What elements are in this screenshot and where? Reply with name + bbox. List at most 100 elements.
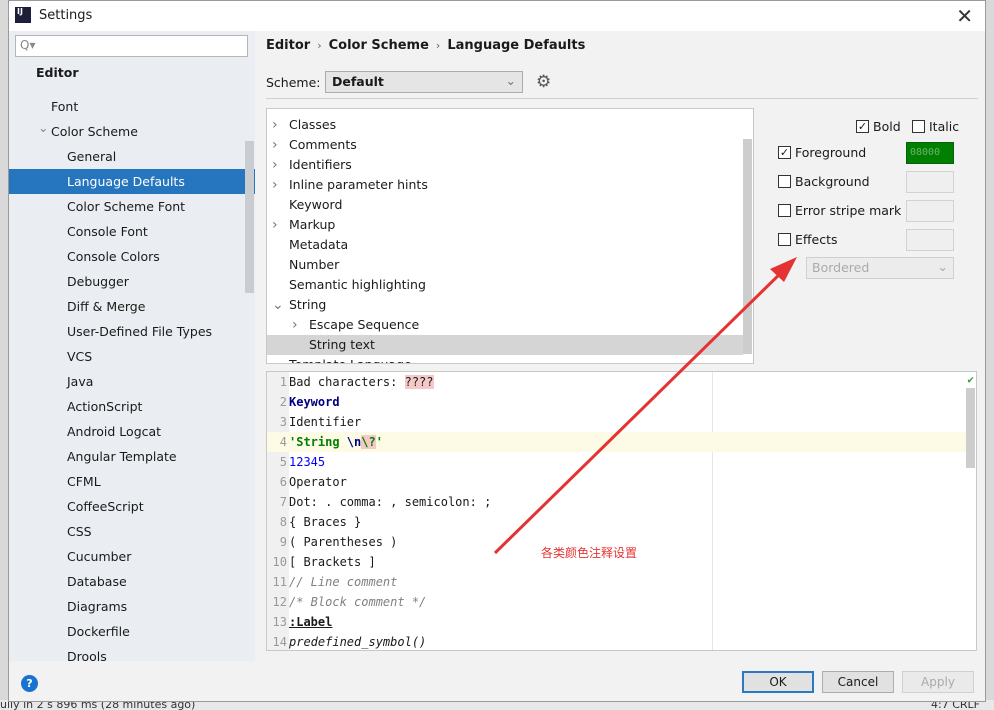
sidebar-item-console-colors[interactable]: Console Colors [9, 244, 255, 269]
sidebar-item-java[interactable]: Java [9, 369, 255, 394]
effects-color-swatch[interactable] [906, 229, 954, 251]
code-preview[interactable]: 1 Bad characters: ???? 2 Keyword 3 Identifier… [266, 371, 977, 651]
code-text: { Braces } [289, 515, 362, 529]
sidebar-item-label: Database [67, 574, 127, 589]
chevron-right-icon[interactable]: › [272, 175, 278, 195]
code-text: Bad characters: ???? [289, 375, 434, 389]
sidebar-item-actionscript[interactable]: ActionScript [9, 394, 255, 419]
chevron-right-icon[interactable]: › [292, 315, 298, 335]
sidebar-item-label: Android Logcat [67, 424, 162, 439]
apply-button[interactable]: Apply [902, 671, 974, 693]
tree-item[interactable]: Number [267, 255, 743, 275]
sidebar-item-android-logcat[interactable]: Android Logcat [9, 419, 255, 444]
code-text: predefined_symbol() [289, 635, 427, 649]
code-text: [ Brackets ] [289, 555, 376, 569]
sidebar-item-debugger[interactable]: Debugger [9, 269, 255, 294]
tree-scrollbar[interactable] [743, 139, 752, 354]
sidebar-item-cfml[interactable]: CFML [9, 469, 255, 494]
tree-item[interactable]: ⌄ String [267, 295, 743, 315]
tree-item[interactable]: Semantic highlighting [267, 275, 743, 295]
chevron-down-icon: ⌄ [505, 73, 516, 88]
checkbox-icon [778, 175, 791, 188]
sidebar-item-vcs[interactable]: VCS [9, 344, 255, 369]
sidebar-item-label: VCS [67, 349, 93, 364]
foreground-color-swatch[interactable]: 08000 [906, 142, 954, 164]
close-button[interactable]: ✕ [956, 4, 973, 28]
line-number: 3 [279, 415, 287, 429]
sidebar-item-label: General [67, 149, 117, 164]
background-checkbox[interactable]: Background [778, 174, 870, 189]
checkbox-icon [778, 233, 791, 246]
ok-button[interactable]: OK [742, 671, 814, 693]
tree-item[interactable]: › Classes [267, 115, 743, 135]
code-line: 4 'String \n\?' [267, 432, 967, 452]
effects-checkbox[interactable]: Effects [778, 232, 838, 247]
main-panel: Editor › Color Scheme › Language Defaults Sc… [266, 31, 978, 661]
tree-item[interactable]: › Escape Sequence [267, 315, 743, 335]
tree-item[interactable]: Keyword [267, 195, 743, 215]
background-color-swatch[interactable] [906, 171, 954, 193]
sidebar-item-general[interactable]: General [9, 144, 255, 169]
sidebar-item-color-scheme-font[interactable]: Color Scheme Font [9, 194, 255, 219]
sidebar-item-css[interactable]: CSS [9, 519, 255, 544]
sidebar-item-label: Java [67, 374, 94, 389]
scheme-dropdown[interactable]: Default ⌄ [325, 71, 523, 93]
tree-item[interactable]: › Inline parameter hints [267, 175, 743, 195]
foreground-checkbox[interactable]: ✓ Foreground [778, 145, 866, 160]
sidebar-item-color-scheme[interactable]: ⌄ Color Scheme [9, 119, 255, 144]
sidebar-item-angular-template[interactable]: Angular Template [9, 444, 255, 469]
effect-type-dropdown[interactable]: Bordered ⌄ [806, 257, 954, 279]
chevron-right-icon[interactable]: › [272, 215, 278, 235]
sidebar-item-label: CFML [67, 474, 101, 489]
sidebar-item-dockerfile[interactable]: Dockerfile [9, 619, 255, 644]
settings-search-input[interactable]: Q▾ [15, 35, 248, 57]
chevron-right-icon: › [317, 39, 322, 52]
divider [266, 98, 978, 99]
sidebar-item-diagrams[interactable]: Diagrams [9, 594, 255, 619]
chevron-right-icon[interactable]: › [272, 135, 278, 155]
code-line: 8{ Braces } [267, 512, 967, 532]
line-number: 12 [272, 595, 287, 609]
tree-item[interactable]: › Identifiers [267, 155, 743, 175]
sidebar-item-label: ActionScript [67, 399, 143, 414]
sidebar-item-cucumber[interactable]: Cucumber [9, 544, 255, 569]
sidebar-scrollbar[interactable] [245, 141, 254, 293]
gear-icon[interactable]: ⚙ [536, 72, 551, 92]
breadcrumb-color-scheme: Color Scheme [328, 38, 429, 53]
scheme-label: Scheme: [266, 75, 321, 90]
sidebar-item-diff-merge[interactable]: Diff & Merge [9, 294, 255, 319]
checkbox-checked-icon: ✓ [778, 146, 791, 159]
cancel-button[interactable]: Cancel [822, 671, 894, 693]
error-stripe-checkbox[interactable]: Error stripe mark [778, 203, 901, 218]
chevron-right-icon[interactable]: › [272, 115, 278, 135]
code-line: 6 Operator [267, 472, 967, 492]
sidebar-item-label: Console Font [67, 224, 148, 239]
sidebar-item-language-defaults[interactable]: Language Defaults [9, 169, 255, 194]
sidebar-item-label: Diagrams [67, 599, 128, 614]
settings-sidebar: Q▾ Editor Font ⌄ Color Scheme General Langu… [9, 31, 255, 661]
tree-item[interactable]: Metadata [267, 235, 743, 255]
preview-scrollbar[interactable] [966, 388, 975, 468]
line-number: 4 [279, 435, 287, 449]
help-button[interactable]: ? [21, 675, 38, 692]
sidebar-item-database[interactable]: Database [9, 569, 255, 594]
chevron-down-icon[interactable]: ⌄ [272, 295, 284, 315]
bold-checkbox[interactable]: ✓ Bold [856, 119, 901, 134]
chevron-right-icon[interactable]: › [272, 155, 278, 175]
tree-item[interactable]: String text [267, 335, 743, 355]
error-stripe-color-swatch[interactable] [906, 200, 954, 222]
tree-item[interactable]: › Markup [267, 215, 743, 235]
sidebar-item-coffeescript[interactable]: CoffeeScript [9, 494, 255, 519]
code-text: ( Parentheses ) [289, 535, 398, 549]
sidebar-item-user-defined-file-types[interactable]: User-Defined File Types [9, 319, 255, 344]
title-bar: IJ Settings ✕ [9, 1, 985, 31]
italic-checkbox[interactable]: Italic [912, 119, 959, 134]
window-title: Settings [39, 8, 93, 23]
tree-item[interactable]: Template Language [267, 355, 743, 363]
sidebar-item-console-font[interactable]: Console Font [9, 219, 255, 244]
attribute-tree: › Classes › Comments › Identifiers › Inline par… [266, 108, 754, 364]
tree-item[interactable]: › Comments [267, 135, 743, 155]
sidebar-section-editor[interactable]: Editor [36, 65, 79, 80]
checkbox-icon [778, 204, 791, 217]
sidebar-item-drools[interactable]: Drools [9, 644, 255, 661]
